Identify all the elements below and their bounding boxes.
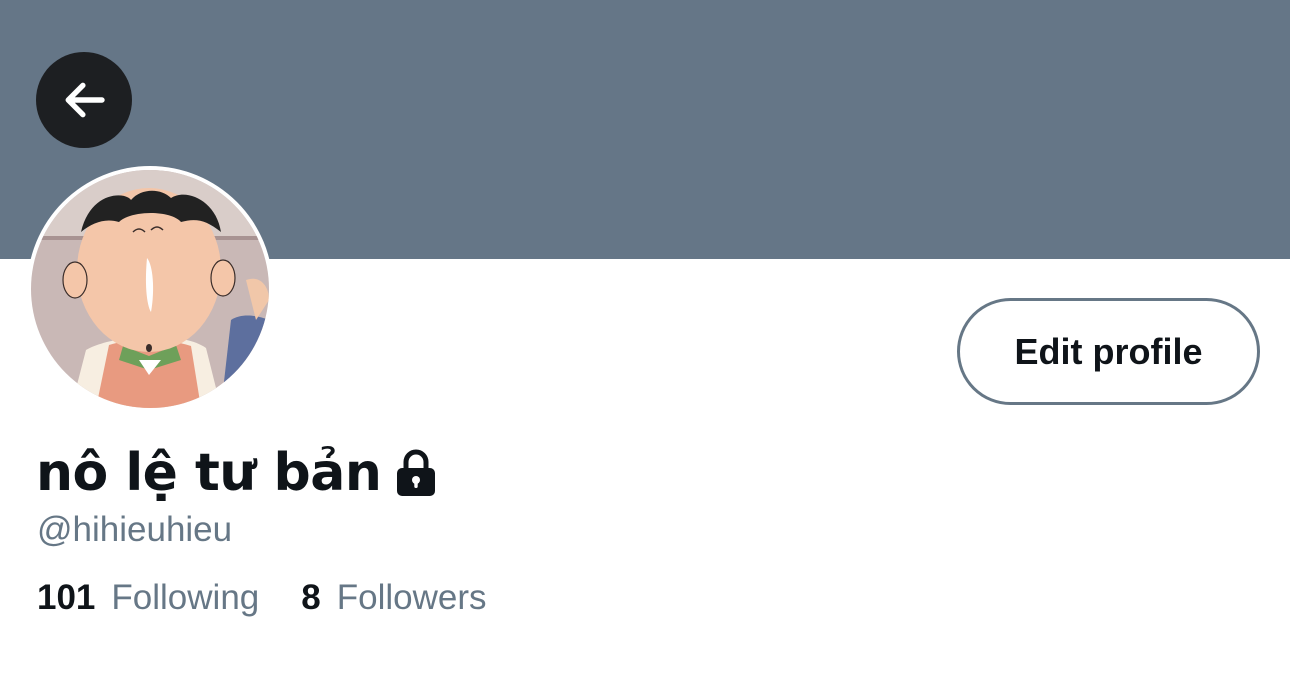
followers-label: Followers [336, 578, 487, 617]
followers-count: 8 [301, 578, 321, 617]
arrow-left-icon [65, 82, 105, 118]
avatar-image [31, 170, 269, 408]
name-row: nô lệ tư bản [36, 438, 443, 508]
following-label: Following [111, 578, 260, 617]
edit-profile-button[interactable]: Edit profile [957, 298, 1260, 405]
back-button[interactable] [36, 52, 132, 148]
following-count: 101 [37, 578, 96, 617]
avatar[interactable] [27, 166, 273, 412]
display-name: nô lệ tư bản [36, 443, 382, 503]
username-handle: @hihieuhieu [37, 510, 233, 549]
lock-icon [393, 447, 443, 499]
profile-page: Edit profile nô lệ tư bản @hihieuhieu 10… [0, 0, 1290, 699]
following-stat[interactable]: 101 Following [37, 578, 259, 618]
followers-stat[interactable]: 8 Followers [301, 578, 486, 618]
follow-stats: 101 Following 8 Followers [37, 578, 487, 618]
